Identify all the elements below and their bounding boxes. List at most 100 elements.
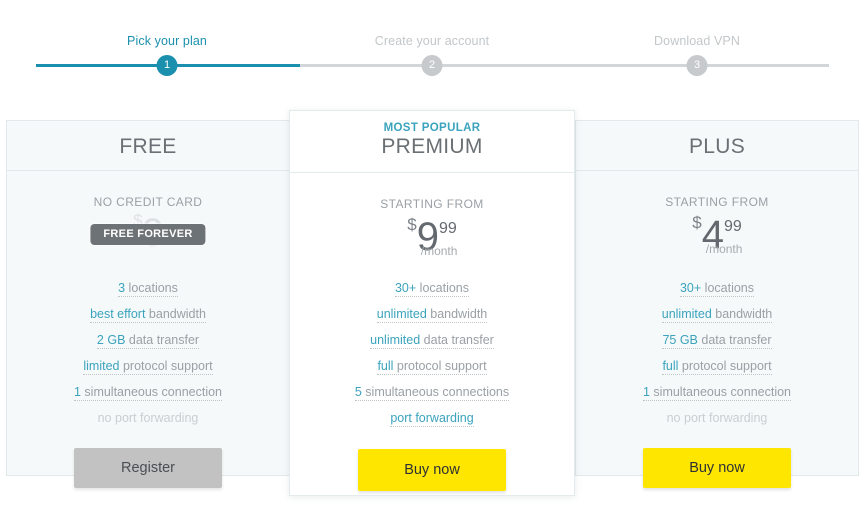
list-item: best effort bandwidth — [7, 301, 289, 327]
feature-rest: no port forwarding — [97, 411, 199, 425]
list-item: unlimited bandwidth — [290, 301, 574, 327]
feature-text: 5 simultaneous connections — [354, 385, 510, 401]
feature-rest: simultaneous connection — [80, 385, 222, 399]
price-inner-premium: $999 /month — [407, 215, 457, 260]
feature-highlight: 2 GB — [96, 333, 126, 347]
feature-text: unlimited bandwidth — [376, 307, 488, 323]
plan-header-free: FREE — [7, 121, 289, 171]
feature-text: unlimited bandwidth — [661, 307, 773, 323]
price-period-premium: /month — [420, 244, 458, 258]
feature-rest: protocol support — [393, 359, 487, 373]
price-period-plus: /month — [705, 242, 743, 256]
cta-wrap-plus: Buy now — [576, 448, 858, 488]
feature-rest: locations — [416, 281, 470, 295]
plan-name-premium: PREMIUM — [381, 135, 483, 158]
feature-text: full protocol support — [662, 359, 772, 375]
plan-card-premium[interactable]: MOST POPULAR PREMIUM STARTING FROM $999 … — [289, 110, 575, 496]
price-block-plus: $499 /month — [576, 213, 858, 259]
plan-card-free[interactable]: FREE NO CREDIT CARD $0 FREE FOREVER 3 lo… — [6, 120, 290, 488]
feature-rest: simultaneous connections — [361, 385, 510, 399]
plan-header-premium: MOST POPULAR PREMIUM — [290, 111, 574, 173]
feature-highlight: limited — [83, 359, 120, 373]
feature-list-premium: 30+ locations unlimited bandwidth unlimi… — [290, 275, 574, 431]
feature-text: 2 GB data transfer — [96, 333, 200, 349]
plan-name-free: FREE — [119, 135, 177, 158]
list-item: 30+ locations — [576, 275, 858, 301]
most-popular-badge: MOST POPULAR — [383, 122, 481, 134]
list-item: 30+ locations — [290, 275, 574, 301]
list-item: limited protocol support — [7, 353, 289, 379]
feature-text: unlimited data transfer — [370, 333, 494, 349]
feature-text: best effort bandwidth — [90, 307, 206, 323]
price-inner-plus: $499 /month — [692, 213, 742, 258]
feature-rest: simultaneous connection — [649, 385, 791, 399]
step-label-1[interactable]: Pick your plan — [127, 34, 207, 48]
feature-highlight: full — [377, 359, 394, 373]
feature-list-free: 3 locations best effort bandwidth 2 GB d… — [7, 275, 289, 431]
list-item: port forwarding — [290, 405, 574, 431]
feature-text: 30+ locations — [394, 281, 470, 297]
stepper-track-segment-1b — [167, 64, 300, 67]
list-item: 1 simultaneous connection — [7, 379, 289, 405]
cta-wrap-premium: Buy now — [290, 449, 574, 491]
buy-now-button-premium[interactable]: Buy now — [358, 449, 506, 491]
checkout-stepper: Pick your plan Create your account Downl… — [0, 0, 865, 100]
list-item: unlimited bandwidth — [576, 301, 858, 327]
feature-text-disabled: no port forwarding — [667, 411, 768, 426]
plan-card-plus[interactable]: PLUS STARTING FROM $499 /month 30+ locat… — [575, 120, 859, 488]
feature-text: port forwarding — [390, 411, 474, 427]
feature-highlight: 1 — [73, 385, 81, 399]
feature-highlight: 5 — [354, 385, 362, 399]
feature-text-disabled: no port forwarding — [98, 411, 199, 426]
plan-name-plus: PLUS — [688, 135, 746, 158]
list-item: full protocol support — [290, 353, 574, 379]
list-item: no port forwarding — [7, 405, 289, 431]
currency-symbol-premium: $ — [407, 215, 417, 234]
price-caption-premium: STARTING FROM — [380, 197, 484, 211]
price-cents-plus: 99 — [723, 218, 742, 235]
feature-rest: bandwidth — [711, 307, 773, 321]
plan-body-free: NO CREDIT CARD $0 FREE FOREVER 3 locatio… — [7, 171, 289, 488]
feature-rest: no port forwarding — [666, 411, 768, 425]
price-cents-premium: 99 — [438, 220, 457, 237]
list-item: 3 locations — [7, 275, 289, 301]
feature-rest: protocol support — [678, 359, 772, 373]
feature-rest: data transfer — [125, 333, 200, 347]
feature-text: 3 locations — [118, 281, 178, 297]
plan-body-premium: STARTING FROM $999 /month 30+ locations … — [290, 173, 574, 491]
feature-rest: bandwidth — [426, 307, 488, 321]
feature-highlight: full — [662, 359, 679, 373]
feature-highlight: 1 — [642, 385, 650, 399]
stepper-track-segment-1a — [36, 64, 167, 67]
feature-highlight: 75 GB — [662, 333, 698, 347]
list-item: full protocol support — [576, 353, 858, 379]
feature-rest: bandwidth — [145, 307, 206, 321]
list-item: unlimited data transfer — [290, 327, 574, 353]
feature-highlight: unlimited — [376, 307, 427, 321]
feature-text: full protocol support — [377, 359, 487, 375]
register-button[interactable]: Register — [74, 448, 222, 488]
step-circle-2: 2 — [421, 55, 443, 76]
feature-rest: locations — [125, 281, 178, 295]
list-item: 1 simultaneous connection — [576, 379, 858, 405]
feature-highlight: port forwarding — [390, 411, 474, 425]
feature-rest: locations — [701, 281, 755, 295]
price-caption-plus: STARTING FROM — [665, 195, 769, 209]
step-circle-1[interactable]: 1 — [156, 55, 178, 76]
feature-highlight: unlimited — [661, 307, 712, 321]
list-item: 75 GB data transfer — [576, 327, 858, 353]
feature-rest: data transfer — [697, 333, 772, 347]
buy-now-button-plus[interactable]: Buy now — [643, 448, 791, 488]
feature-highlight: best effort — [90, 307, 146, 321]
stepper-track-segment-3 — [697, 64, 829, 67]
list-item: 5 simultaneous connections — [290, 379, 574, 405]
feature-text: 1 simultaneous connection — [642, 385, 791, 401]
price-block-free: $0 FREE FOREVER — [7, 211, 289, 259]
cta-wrap-free: Register — [7, 448, 289, 488]
price-block-premium: $999 /month — [290, 215, 574, 261]
feature-highlight: unlimited — [370, 333, 421, 347]
currency-symbol-plus: $ — [692, 213, 702, 232]
feature-list-plus: 30+ locations unlimited bandwidth 75 GB … — [576, 275, 858, 431]
free-forever-badge: FREE FOREVER — [90, 224, 206, 245]
step-label-2: Create your account — [374, 34, 490, 48]
